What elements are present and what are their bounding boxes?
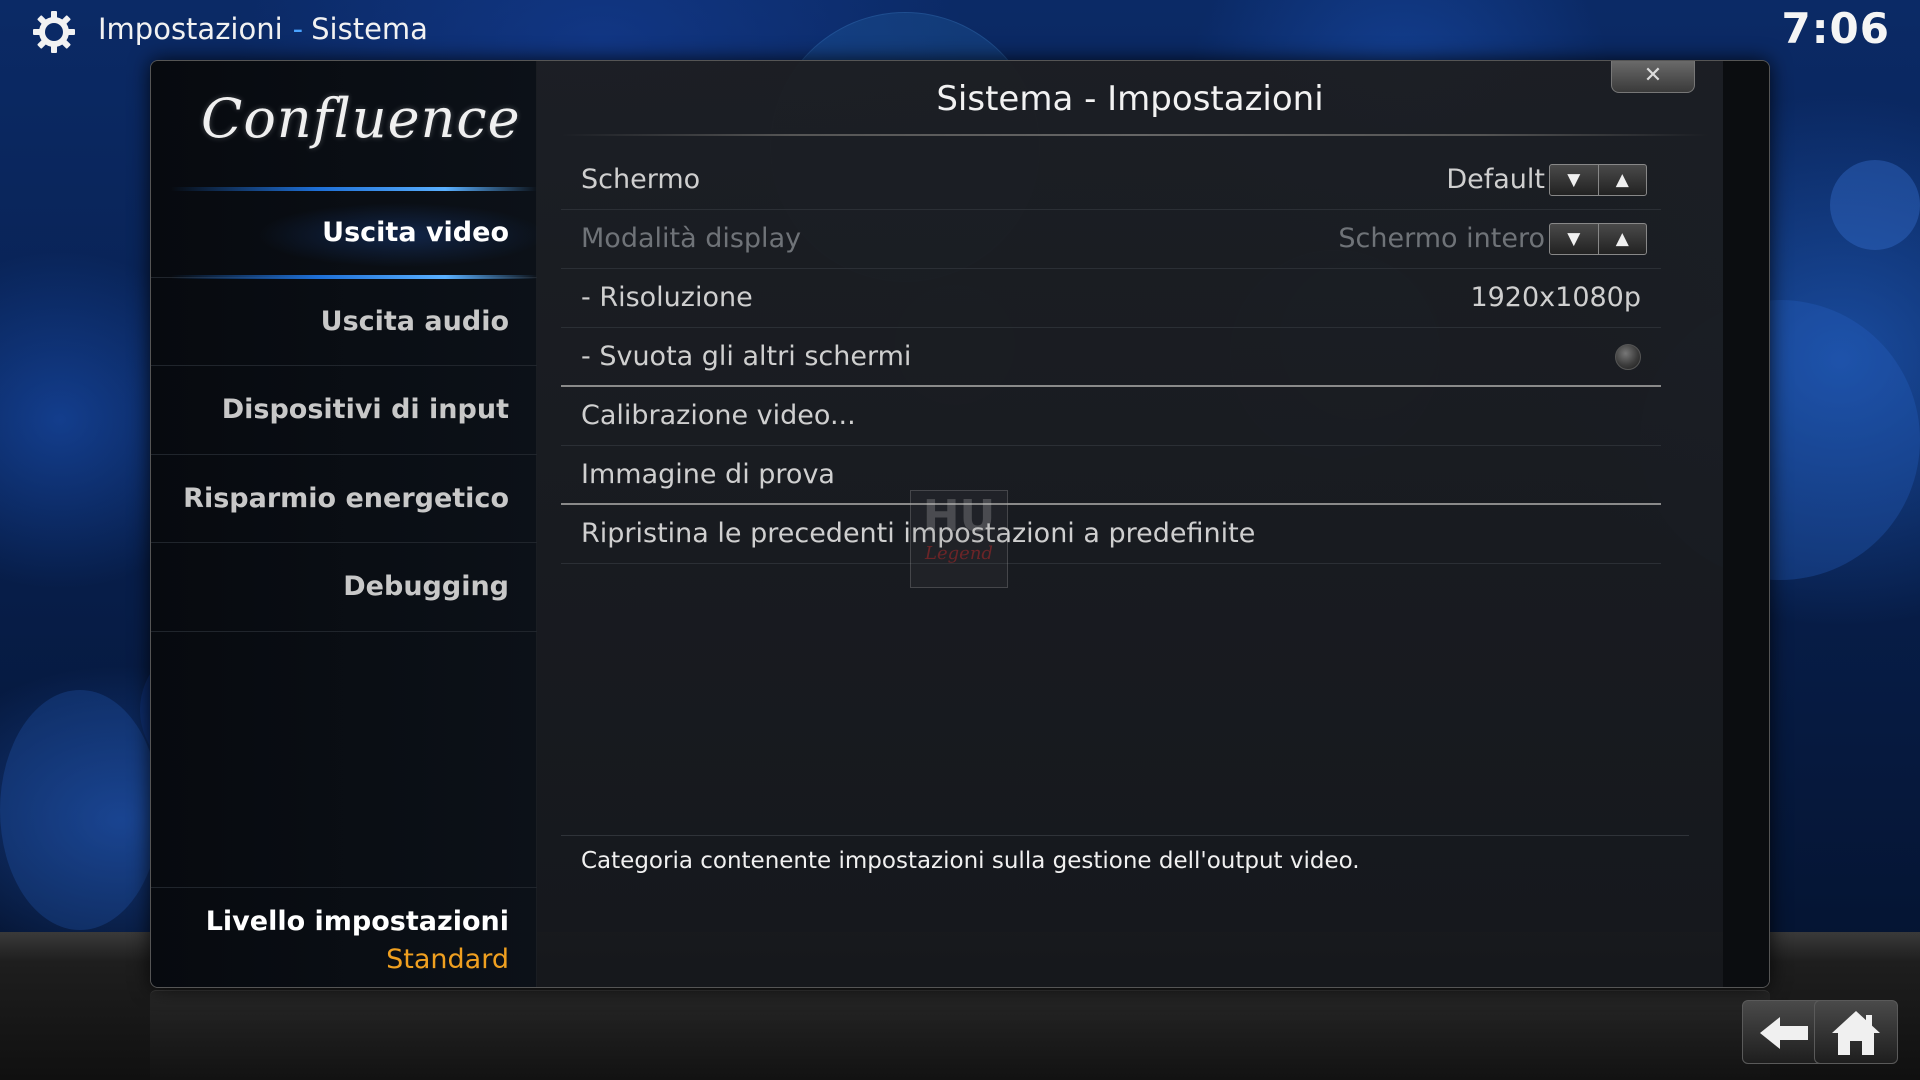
header: Impostazioni - Sistema 7:06 xyxy=(0,0,1920,60)
sidebar-item-uscita-audio[interactable]: Uscita audio xyxy=(151,278,537,366)
setting-row-calibrazione-video[interactable]: Calibrazione video... xyxy=(561,387,1661,446)
spinner-control: ▼ ▲ xyxy=(1549,164,1647,196)
home-button[interactable] xyxy=(1814,1000,1898,1064)
setting-value: Schermo intero xyxy=(1338,223,1545,254)
setting-value: 1920x1080p xyxy=(1470,282,1641,313)
sidebar-item-label: Dispositivi di input xyxy=(221,394,509,425)
sidebar-item-label: Uscita audio xyxy=(320,305,509,337)
setting-label: Schermo xyxy=(581,164,701,195)
spinner-up-button[interactable]: ▲ xyxy=(1597,224,1647,254)
setting-row-risoluzione[interactable]: - Risoluzione 1920x1080p xyxy=(561,269,1661,328)
close-icon: ✕ xyxy=(1643,63,1663,88)
breadcrumb: Impostazioni - Sistema xyxy=(98,12,428,46)
sidebar-item-label: Uscita video xyxy=(322,217,509,248)
setting-label: Modalità display xyxy=(581,223,802,254)
setting-label: Calibrazione video... xyxy=(581,400,856,431)
clock: 7:06 xyxy=(1781,4,1890,53)
home-icon xyxy=(1832,1011,1880,1055)
watermark-text-bottom: Legend xyxy=(925,543,993,564)
category-list: Uscita video Uscita audio Dispositivi di… xyxy=(151,187,537,632)
setting-label: - Risoluzione xyxy=(581,282,753,313)
spinner-up-button[interactable]: ▲ xyxy=(1597,165,1647,195)
setting-label: - Svuota gli altri schermi xyxy=(581,341,912,372)
watermark-text-top: HU xyxy=(922,491,996,542)
bottom-bar xyxy=(150,990,1770,1080)
breadcrumb-subsection: Sistema xyxy=(311,12,428,46)
close-button[interactable]: ✕ xyxy=(1611,61,1695,93)
breadcrumb-separator: - xyxy=(292,12,304,46)
setting-row-svuota-schermi[interactable]: - Svuota gli altri schermi xyxy=(561,328,1661,387)
settings-level-button[interactable]: Livello impostazioni Standard xyxy=(151,887,537,977)
sidebar-item-dispositivi-input[interactable]: Dispositivi di input xyxy=(151,366,537,455)
spinner-control: ▼ ▲ xyxy=(1549,223,1647,255)
sidebar-item-debugging[interactable]: Debugging xyxy=(151,543,537,632)
dialog-title: Sistema - Impostazioni xyxy=(936,79,1324,119)
setting-value: Default xyxy=(1446,164,1545,195)
sidebar: Confluence Uscita video Uscita audio Dis… xyxy=(151,61,537,987)
breadcrumb-section: Impostazioni xyxy=(98,12,283,46)
confluence-logo: Confluence xyxy=(201,87,521,150)
sidebar-item-risparmio-energetico[interactable]: Risparmio energetico xyxy=(151,455,537,543)
divider xyxy=(561,134,1709,136)
setting-row-modalita-display[interactable]: Modalità display Schermo intero ▼ ▲ xyxy=(561,210,1661,269)
setting-row-schermo[interactable]: Schermo Default ▼ ▲ xyxy=(561,151,1661,210)
setting-row-immagine-prova[interactable]: Immagine di prova xyxy=(561,446,1661,505)
sidebar-item-label: Debugging xyxy=(343,571,509,602)
category-description: Categoria contenente impostazioni sulla … xyxy=(581,848,1360,874)
setting-label: Immagine di prova xyxy=(581,459,835,490)
divider xyxy=(561,835,1689,836)
right-edge xyxy=(1723,61,1769,987)
settings-level-value: Standard xyxy=(386,944,509,975)
spinner-down-button[interactable]: ▼ xyxy=(1550,224,1598,254)
radio-toggle[interactable] xyxy=(1615,344,1641,370)
spinner-down-button[interactable]: ▼ xyxy=(1550,165,1598,195)
setting-row-ripristina[interactable]: Ripristina le precedenti impostazioni a … xyxy=(561,505,1661,564)
settings-level-label: Livello impostazioni xyxy=(205,906,509,937)
settings-list: Schermo Default ▼ ▲ Modalità display Sch… xyxy=(561,151,1661,564)
watermark-logo: HU Legend xyxy=(910,490,1008,588)
sidebar-item-label: Risparmio energetico xyxy=(183,482,509,514)
back-arrow-icon xyxy=(1760,1017,1808,1049)
sidebar-item-uscita-video[interactable]: Uscita video xyxy=(151,187,537,278)
gear-icon xyxy=(33,11,75,53)
